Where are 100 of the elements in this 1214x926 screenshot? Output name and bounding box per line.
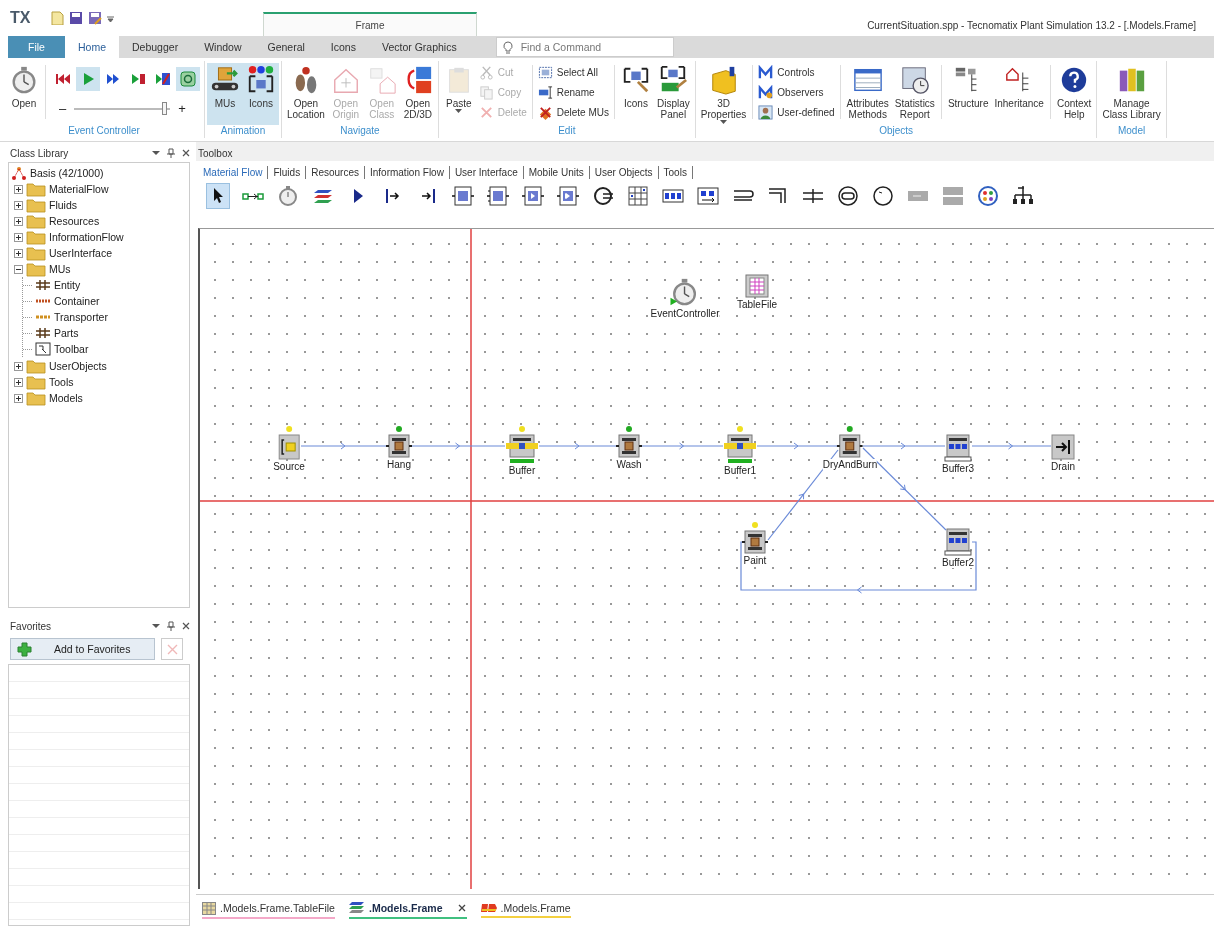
toolbox-tab[interactable]: Mobile Units — [523, 166, 590, 179]
cross-icon — [165, 642, 179, 656]
circle-square-icon — [179, 70, 197, 88]
collapse-icon[interactable] — [14, 264, 23, 274]
tree-item[interactable]: MaterialFlow — [49, 183, 109, 195]
pin-icon — [167, 148, 175, 158]
ribbon-button[interactable]: Open — [6, 63, 42, 125]
slider-thumb[interactable] — [162, 101, 168, 115]
tree-item[interactable]: Toolbar — [54, 343, 89, 355]
ribbon-button[interactable]: Rename — [537, 83, 609, 101]
tree-item[interactable]: Fluids — [49, 199, 77, 211]
station-icon — [386, 434, 412, 458]
select-all-icon — [537, 64, 553, 80]
document-tab[interactable]: .Models.Frame — [480, 902, 571, 918]
tree-item[interactable]: InformationFlow — [49, 231, 124, 243]
ribbon-tab[interactable]: Home — [65, 36, 119, 58]
node-label: Source — [273, 461, 305, 472]
expand-icon[interactable] — [14, 184, 23, 194]
node-label: Paint — [743, 555, 767, 566]
tree-item[interactable]: Parts — [54, 327, 79, 339]
tool-button[interactable] — [871, 183, 895, 209]
tool-button[interactable] — [486, 183, 510, 209]
expand-icon[interactable] — [14, 232, 23, 242]
ribbon-button[interactable]: Delete MUs — [537, 103, 609, 121]
tree-item[interactable]: Basis (42/1000) — [30, 167, 104, 179]
tree-item[interactable]: Container — [54, 295, 100, 307]
tree-item[interactable]: UserObjects — [49, 360, 107, 372]
group-label: Model — [1116, 125, 1147, 138]
expand-icon[interactable] — [14, 200, 23, 210]
expand-icon[interactable] — [14, 393, 23, 403]
ribbon-button[interactable]: MUs — [207, 63, 243, 125]
ribbon-button[interactable]: Controls — [758, 63, 835, 81]
ribbon-button[interactable]: Structure — [944, 63, 992, 125]
expand-icon[interactable] — [14, 248, 23, 258]
ribbon-button[interactable]: Icons — [243, 63, 279, 125]
grid-icon — [35, 279, 51, 291]
tool-button[interactable] — [836, 183, 860, 209]
node-label: Drain — [1051, 461, 1075, 472]
ribbon-button[interactable]: Inheritance — [991, 63, 1047, 125]
circle-slot-icon — [837, 185, 859, 207]
ribbon-button[interactable]: Statistics Report — [891, 63, 938, 125]
command-search-field[interactable]: Find a Command — [495, 37, 674, 57]
tool-button[interactable] — [206, 183, 230, 209]
grid-icon — [627, 185, 649, 207]
ribbon-button[interactable]: Select All — [537, 63, 609, 81]
ribbon-tab[interactable]: Icons — [317, 36, 369, 58]
ribbon-button[interactable]: 3D Properties — [697, 63, 750, 125]
toolbox-tab[interactable]: User Interface — [449, 166, 524, 179]
folder-icon — [26, 181, 46, 197]
ribbon-button[interactable]: Icons — [617, 63, 654, 125]
folder-icon — [26, 213, 46, 229]
ribbon-button[interactable]: Open 2D/3D — [399, 63, 436, 125]
tree-item[interactable]: Entity — [54, 279, 81, 291]
station-icon — [616, 434, 642, 458]
station-icon — [837, 434, 863, 458]
document-tab[interactable]: .Models.Frame — [348, 901, 467, 919]
station-icon — [742, 530, 768, 554]
toolbox-tab[interactable]: User Objects — [589, 166, 659, 179]
ribbon-button[interactable]: Open Location — [284, 63, 328, 125]
ribbon-button[interactable]: Manage Class Library — [1099, 63, 1164, 125]
tree-item[interactable]: Transporter — [54, 311, 108, 323]
ribbon-button[interactable]: Display Panel — [653, 63, 693, 125]
ribbon-button[interactable]: Context Help — [1053, 63, 1095, 125]
node-label: Buffer2 — [941, 557, 975, 568]
ribbon-button[interactable]: Paste — [440, 63, 477, 125]
expand-icon[interactable] — [14, 216, 23, 226]
file-tab[interactable]: File — [8, 36, 65, 58]
tree-item[interactable]: Resources — [49, 215, 100, 227]
block-icon — [480, 902, 497, 914]
ribbon-tab[interactable]: General — [254, 36, 318, 58]
connector-icon — [242, 192, 264, 200]
add-favorite-button[interactable]: Add to Favorites — [10, 638, 155, 660]
folder-icon — [26, 229, 46, 245]
tree-item[interactable]: Models — [49, 392, 83, 404]
group-label: Objects — [878, 125, 915, 138]
toolbar-button[interactable] — [176, 67, 200, 91]
ribbon-tab[interactable]: Debugger — [119, 36, 192, 58]
toolbar-icon — [35, 342, 51, 356]
tree-item[interactable]: Tools — [49, 376, 74, 388]
expand-icon[interactable] — [14, 377, 23, 387]
tree-item[interactable]: MUs — [49, 263, 71, 275]
toolbox-tab[interactable]: Information Flow — [364, 166, 450, 179]
zigzag-icon — [758, 64, 774, 80]
node-label: Buffer1 — [723, 465, 757, 476]
ribbon-tab[interactable]: Vector Graphics — [368, 36, 470, 58]
sorter-icon — [697, 185, 719, 207]
rename-icon — [537, 84, 553, 100]
toolbox-tab[interactable]: Fluids — [268, 166, 307, 179]
zigzag-eye-icon — [758, 84, 774, 100]
tree-item[interactable]: UserInterface — [49, 247, 113, 259]
ribbon-tab[interactable]: Window — [191, 36, 255, 58]
toolbox-tab[interactable]: Tools — [658, 166, 693, 179]
expand-icon[interactable] — [14, 361, 23, 371]
save-icon — [69, 11, 83, 25]
ribbon-button[interactable]: Observers — [758, 83, 835, 101]
drain-icon — [1051, 434, 1075, 460]
ribbon-button[interactable]: User-defined — [758, 103, 835, 121]
document-tab[interactable]: .Models.Frame.TableFile — [202, 901, 335, 919]
ribbon-button[interactable]: Attributes Methods — [843, 63, 892, 125]
toolbox-tab[interactable]: Resources — [306, 166, 365, 179]
